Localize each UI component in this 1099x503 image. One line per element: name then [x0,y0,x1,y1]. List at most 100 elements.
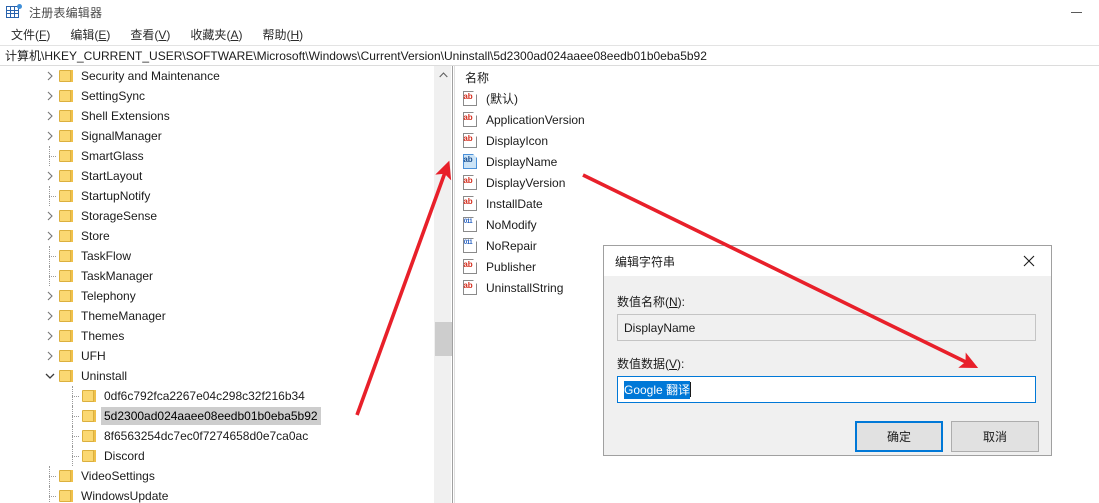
menu-item-3[interactable]: 查看(V) [126,24,179,45]
tree-item-label: ThemeManager [81,309,166,323]
folder-icon [81,449,97,463]
value-name-label: 数值名称(N): [617,295,686,309]
registry-editor-window: 注册表编辑器 文件(F) 编辑(E) 查看(V) 收藏夹(A) 帮助(H) 计算机\HK… [0,0,1099,503]
value-row[interactable]: ab (默认) [456,88,1099,109]
tree-item-themes[interactable]: Themes [0,326,420,346]
tree-item-taskmanager[interactable]: TaskManager [0,266,420,286]
value-name: UninstallString [486,280,564,295]
tree-item-uninstall[interactable]: Uninstall [0,366,420,386]
value-row[interactable]: ab DisplayName [456,151,1099,172]
close-icon[interactable] [1006,246,1051,276]
chevron-right-icon[interactable] [42,346,58,366]
tree-item-shell-extensions[interactable]: Shell Extensions [0,106,420,126]
title-bar: 注册表编辑器 [0,0,1099,24]
dword-value-icon: 011 [462,216,479,233]
tree-item-security-and-maintenance[interactable]: Security and Maintenance [0,66,420,86]
tree-item-label: SmartGlass [81,149,144,163]
scrollbar-thumb[interactable] [435,322,452,356]
tree-item-telephony[interactable]: Telephony [0,286,420,306]
chevron-down-icon[interactable] [42,366,58,386]
window-title: 注册表编辑器 [29,5,103,20]
value-name-input[interactable]: DisplayName [617,314,1036,341]
chevron-right-icon[interactable] [42,286,58,306]
tree-item-8f6563254dc7ec0f7274658d0e7ca0ac[interactable]: 8f6563254dc7ec0f7274658d0e7ca0ac [0,426,420,446]
folder-icon [81,429,97,443]
dword-value-icon: 011 [462,237,479,254]
chevron-up-icon[interactable] [435,66,452,83]
tree-item-label: Security and Maintenance [81,69,220,83]
chevron-right-icon[interactable] [42,206,58,226]
tree-item-label: 8f6563254dc7ec0f7274658d0e7ca0ac [104,429,309,443]
value-name: DisplayVersion [486,175,566,190]
tree-item-ufh[interactable]: UFH [0,346,420,366]
value-row[interactable]: ab DisplayIcon [456,130,1099,151]
ok-button[interactable]: 确定 [855,421,943,452]
chevron-right-icon[interactable] [42,166,58,186]
minimize-button[interactable] [1053,0,1099,24]
tree-item-label: Shell Extensions [81,109,170,123]
chevron-right-icon[interactable] [42,326,58,346]
cancel-button[interactable]: 取消 [951,421,1039,452]
tree-item-startlayout[interactable]: StartLayout [0,166,420,186]
tree-item-discord[interactable]: Discord [0,446,420,466]
chevron-right-icon[interactable] [42,106,58,126]
folder-icon [58,109,74,123]
chevron-right-icon[interactable] [42,306,58,326]
tree-item-settingsync[interactable]: SettingSync [0,86,420,106]
string-value-icon: ab [462,174,479,191]
folder-icon [58,289,74,303]
value-name: DisplayIcon [486,133,549,148]
tree-item-5d2300ad024aaee08eedb01b0eba5b92[interactable]: 5d2300ad024aaee08eedb01b0eba5b92 [0,406,420,426]
tree-item-label: Discord [104,449,145,463]
tree-item-store[interactable]: Store [0,226,420,246]
chevron-right-icon[interactable] [42,86,58,106]
folder-icon [58,269,74,283]
menu-item-1[interactable]: 文件(F) [7,24,59,45]
value-row[interactable]: ab InstallDate [456,193,1099,214]
tree-item-taskflow[interactable]: TaskFlow [0,246,420,266]
tree-guide [42,146,58,166]
string-value-icon: ab [462,195,479,212]
menu-item-5[interactable]: 帮助(H) [258,24,312,45]
tree-item-windowsupdate[interactable]: WindowsUpdate [0,486,420,503]
tree-item-videosettings[interactable]: VideoSettings [0,466,420,486]
tree-item-smartglass[interactable]: SmartGlass [0,146,420,166]
string-value-icon: ab [462,153,479,170]
address-bar[interactable]: 计算机\HKEY_CURRENT_USER\SOFTWARE\Microsoft… [0,45,1099,66]
chevron-right-icon[interactable] [42,226,58,246]
values-column-header[interactable]: 名称 [456,66,1099,88]
menu-item-accel: A [230,28,239,42]
tree-item-0df6c792fca2267e04c298c32f216b34[interactable]: 0df6c792fca2267e04c298c32f216b34 [0,386,420,406]
value-row[interactable]: 011 NoModify [456,214,1099,235]
tree-guide [65,386,81,406]
chevron-right-icon[interactable] [42,126,58,146]
tree-item-signalmanager[interactable]: SignalManager [0,126,420,146]
tree-vertical-scrollbar[interactable] [434,66,452,503]
menu-item-label: 文件 [11,28,36,42]
registry-tree-pane: Security and Maintenance SettingSync Shell… [0,66,434,503]
menu-item-2[interactable]: 编辑(E) [66,24,119,45]
tree-item-label: TaskManager [81,269,154,283]
menu-item-label: 编辑 [70,28,95,42]
tree-item-startupnotify[interactable]: StartupNotify [0,186,420,206]
value-row[interactable]: ab DisplayVersion [456,172,1099,193]
tree-item-storagesense[interactable]: StorageSense [0,206,420,226]
text-caret [690,382,692,397]
chevron-right-icon[interactable] [42,66,58,86]
tree-item-thememanager[interactable]: ThemeManager [0,306,420,326]
tree-guide [42,246,58,266]
string-value-icon: ab [462,132,479,149]
pane-divider[interactable] [452,66,455,503]
value-data-input[interactable]: Google 翻译 [617,376,1036,403]
value-row[interactable]: ab ApplicationVersion [456,109,1099,130]
menu-item-4[interactable]: 收藏夹(A) [186,24,251,45]
